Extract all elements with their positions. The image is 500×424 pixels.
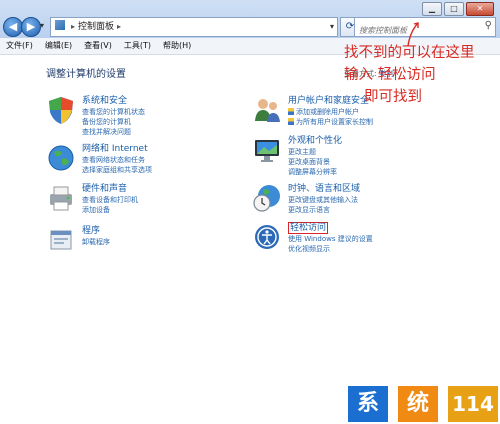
category-link[interactable]: 选择家庭组和共享选项	[82, 165, 152, 175]
uac-shield-icon	[288, 108, 294, 115]
annotation-line: 输入 轻松访问	[344, 67, 436, 83]
globe-network-icon[interactable]	[46, 143, 76, 173]
clock-globe-icon[interactable]	[252, 183, 282, 213]
search-icon[interactable]: ⚲	[485, 20, 492, 31]
category-link[interactable]: 卸载程序	[82, 237, 110, 247]
category-title[interactable]: 外观和个性化	[288, 135, 342, 147]
chevron-right-icon: ▸	[117, 22, 122, 31]
watermark-logo: 系 统 114	[348, 384, 500, 424]
shield-flag-icon[interactable]	[46, 95, 76, 125]
ease-of-access-highlight: 轻松访问	[288, 222, 329, 234]
breadcrumb[interactable]: 控制面板	[78, 22, 114, 32]
forward-button[interactable]: ▶	[21, 17, 41, 37]
content-area: 调整计算机的设置 查看方式: 类别 系统和安全 查看您的计算机状态 备份您的计算…	[0, 55, 500, 424]
category-link[interactable]: 更改键盘或其他输入法	[288, 195, 360, 205]
ease-of-access-icon[interactable]	[252, 222, 282, 252]
category-link[interactable]: 调整屏幕分辨率	[288, 167, 342, 177]
category-link-text: 添加或删除用户帐户	[296, 108, 359, 116]
annotation-line: 找不到的可以在这里	[344, 45, 475, 61]
category-link[interactable]: 查看您的计算机状态	[82, 107, 145, 117]
category-title[interactable]: 时钟、语言和区域	[288, 183, 360, 195]
category-link[interactable]: 查看设备和打印机	[82, 195, 138, 205]
category-link[interactable]: 查找并解决问题	[82, 127, 145, 137]
watermark-char: 114	[448, 386, 498, 422]
category-link[interactable]: 更改显示语言	[288, 205, 360, 215]
menu-help[interactable]: 帮助(H)	[157, 38, 197, 54]
minimize-button[interactable]: ▁	[422, 2, 442, 16]
uac-shield-icon	[288, 118, 294, 125]
address-bar[interactable]: ▸ 控制面板 ▸ ▾	[50, 17, 338, 37]
category-title[interactable]: 系统和安全	[82, 95, 145, 107]
category-link[interactable]: 添加设备	[82, 205, 138, 215]
back-button[interactable]: ◀	[3, 17, 23, 37]
control-panel-window: ▁ □ ✕ ◀ ▶ ▾ ▸控制面板▸ ▾ ⟳ ⚲ 文件(F) 编辑(E) 查看(…	[0, 0, 500, 424]
menu-view[interactable]: 查看(V)	[78, 38, 118, 54]
history-dropdown-icon[interactable]: ▾	[40, 21, 44, 30]
menu-edit[interactable]: 编辑(E)	[39, 38, 78, 54]
chevron-right-icon: ▸	[71, 22, 76, 31]
watermark-char: 统	[398, 386, 438, 422]
printer-icon[interactable]	[46, 183, 76, 213]
window-controls: ▁ □ ✕	[422, 2, 494, 16]
category-title[interactable]: 网络和 Internet	[82, 143, 152, 155]
category-link-text: 为所有用户设置家长控制	[296, 118, 373, 126]
annotation-text: 找不到的可以在这里 输入 轻松访问 即可找到	[344, 42, 500, 108]
maximize-button[interactable]: □	[444, 2, 464, 16]
category-title[interactable]: 程序	[82, 225, 110, 237]
menu-file[interactable]: 文件(F)	[0, 38, 39, 54]
category-link[interactable]: 备份您的计算机	[82, 117, 145, 127]
category-link[interactable]: 更改主题	[288, 147, 342, 157]
category-link[interactable]: 查看网络状态和任务	[82, 155, 152, 165]
category-link[interactable]: 优化视频显示	[288, 244, 373, 254]
annotation-line: 即可找到	[364, 89, 422, 105]
category-title[interactable]: 轻松访问	[288, 222, 373, 234]
category-link[interactable]: 使用 Windows 建议的设置	[288, 234, 373, 244]
category-title[interactable]: 硬件和声音	[82, 183, 138, 195]
address-dropdown-icon[interactable]: ▾	[330, 18, 334, 36]
display-icon[interactable]	[252, 135, 282, 165]
programs-icon[interactable]	[46, 225, 76, 255]
control-panel-icon	[55, 20, 65, 30]
category-link[interactable]: 为所有用户设置家长控制	[288, 117, 373, 127]
category-link[interactable]: 添加或删除用户帐户	[288, 107, 373, 117]
close-button[interactable]: ✕	[466, 2, 494, 16]
watermark-char: 系	[348, 386, 388, 422]
category-link[interactable]: 更改桌面背景	[288, 157, 342, 167]
page-title: 调整计算机的设置	[46, 69, 126, 80]
menu-tools[interactable]: 工具(T)	[118, 38, 157, 54]
users-icon[interactable]	[252, 95, 282, 125]
